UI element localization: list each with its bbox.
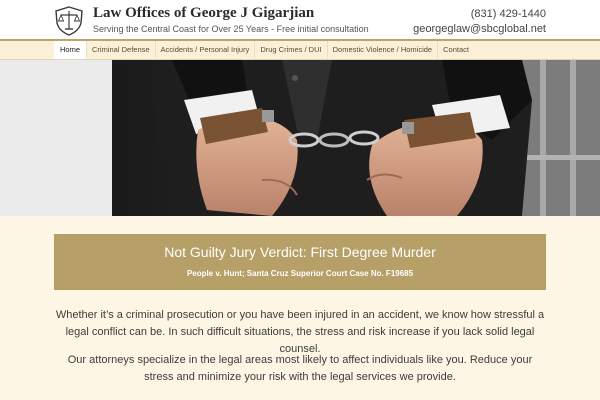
banner-title: Not Guilty Jury Verdict: First Degree Mu…	[164, 244, 436, 260]
banner-subtitle: People v. Hunt; Santa Cruz Superior Cour…	[186, 269, 414, 278]
nav-item-home[interactable]: Home	[54, 41, 88, 59]
nav-item-contact[interactable]: Contact	[438, 41, 474, 59]
main-navigation: Home Criminal Defense Accidents / Person…	[54, 41, 474, 59]
scales-of-justice-logo-icon[interactable]	[54, 6, 84, 36]
nav-item-drug-crimes-dui[interactable]: Drug Crimes / DUI	[255, 41, 328, 59]
hero-side-panel	[0, 60, 112, 216]
phone-number[interactable]: (831) 429-1440	[471, 8, 546, 20]
nav-item-criminal-defense[interactable]: Criminal Defense	[87, 41, 156, 59]
intro-paragraph: Whether it’s a criminal prosecution or y…	[55, 309, 545, 355]
verdict-banner: Not Guilty Jury Verdict: First Degree Mu…	[54, 234, 546, 290]
site-header: Law Offices of George J Gigarjian Servin…	[0, 0, 600, 39]
handcuffed-hands-photo-icon	[112, 60, 600, 216]
hero-image	[112, 60, 600, 216]
main-navigation-bar: Home Criminal Defense Accidents / Person…	[0, 39, 600, 60]
nav-item-domestic-violence-homicide[interactable]: Domestic Violence / Homicide	[328, 41, 439, 59]
services-paragraph: Our attorneys specialize in the legal ar…	[67, 354, 533, 383]
site-tagline: Serving the Central Coast for Over 25 Ye…	[93, 24, 369, 34]
nav-item-accidents-personal-injury[interactable]: Accidents / Personal Injury	[156, 41, 256, 59]
email-address[interactable]: georgeglaw@sbcglobal.net	[413, 23, 546, 35]
site-title[interactable]: Law Offices of George J Gigarjian	[93, 5, 314, 22]
